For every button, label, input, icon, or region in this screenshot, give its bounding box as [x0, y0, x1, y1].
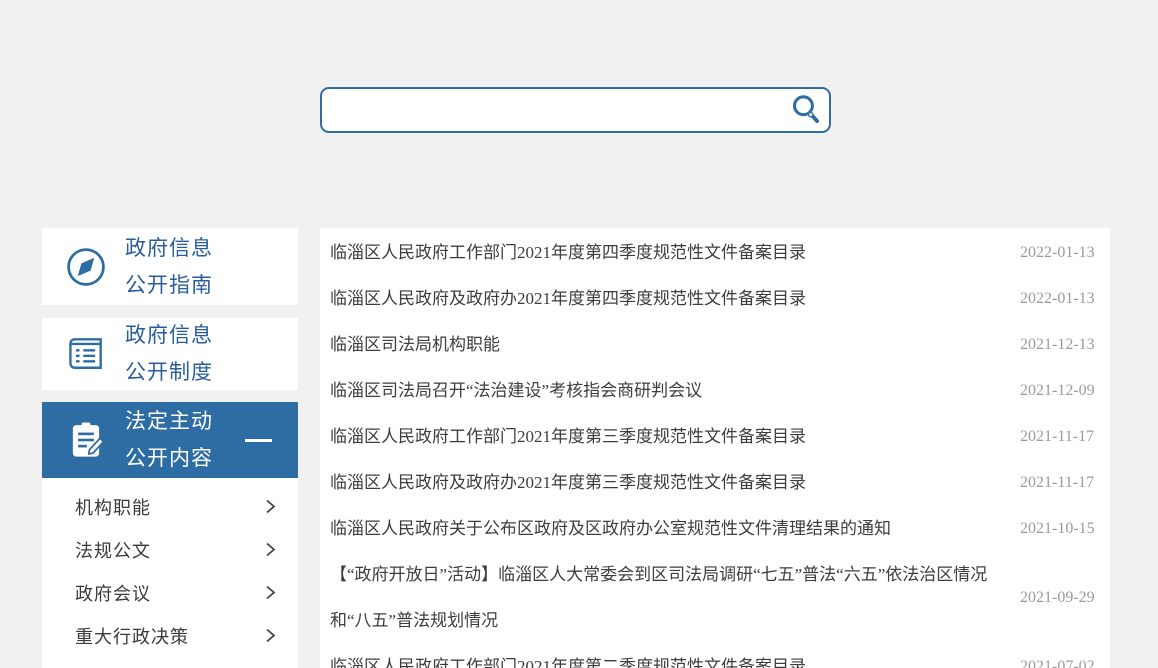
- article-title[interactable]: 临淄区司法局机构职能: [330, 322, 1020, 368]
- minus-icon: [245, 439, 272, 442]
- sidebar-menu-item[interactable]: 规范性文件: [42, 657, 298, 668]
- search-button[interactable]: [783, 89, 829, 131]
- sidebar-item-label: 政府信息 公开制度: [125, 317, 213, 391]
- article-date: 2021-12-13: [1020, 336, 1095, 354]
- chevron-right-icon: [265, 498, 276, 515]
- article-title[interactable]: 临淄区人民政府工作部门2021年度第二季度规范性文件备案目录: [330, 644, 1020, 668]
- sidebar-item-gov-info-system[interactable]: 政府信息 公开制度: [42, 318, 298, 390]
- article-title[interactable]: 临淄区人民政府及政府办2021年度第三季度规范性文件备案目录: [330, 460, 1020, 506]
- sidebar-submenu: 机构职能 法规公文 政府会议 重大行政决策 规范性文件: [42, 478, 298, 668]
- sidebar-item-label: 政府信息 公开指南: [125, 230, 213, 304]
- sidebar-item-label: 法定主动 公开内容: [125, 403, 213, 477]
- article-title[interactable]: 【“政府开放日”活动】临淄区人大常委会到区司法局调研“七五”普法“六五”依法治区…: [330, 552, 1020, 644]
- article-date: 2021-11-17: [1020, 428, 1094, 446]
- article-date: 2021-10-15: [1020, 520, 1095, 538]
- article-date: 2021-11-17: [1020, 474, 1094, 492]
- article-row[interactable]: 临淄区司法局召开“法治建设”考核指会商研判会议 2021-12-09: [330, 368, 1084, 414]
- chevron-right-icon: [265, 584, 276, 601]
- sidebar-menu-item[interactable]: 政府会议: [42, 571, 298, 614]
- article-date: 2021-12-09: [1020, 382, 1095, 400]
- page: 政府信息 公开指南 政府信息 公开制度: [0, 0, 1158, 668]
- article-title[interactable]: 临淄区人民政府关于公布区政府及区政府办公室规范性文件清理结果的通知: [330, 506, 1020, 552]
- clipboard-pencil-icon: [64, 418, 108, 462]
- article-date: 2021-07-02: [1020, 658, 1095, 668]
- article-date: 2022-01-13: [1020, 290, 1095, 308]
- article-title[interactable]: 临淄区人民政府工作部门2021年度第三季度规范性文件备案目录: [330, 414, 1020, 460]
- sidebar-item-statutory-disclosure[interactable]: 法定主动 公开内容: [42, 402, 298, 478]
- article-row[interactable]: 临淄区司法局机构职能 2021-12-13: [330, 322, 1084, 368]
- article-row[interactable]: 临淄区人民政府工作部门2021年度第三季度规范性文件备案目录 2021-11-1…: [330, 414, 1084, 460]
- article-row[interactable]: 临淄区人民政府工作部门2021年度第四季度规范性文件备案目录 2022-01-1…: [330, 230, 1084, 276]
- article-row[interactable]: 【“政府开放日”活动】临淄区人大常委会到区司法局调研“七五”普法“六五”依法治区…: [330, 552, 1084, 644]
- article-date: 2022-01-13: [1020, 244, 1095, 262]
- article-row[interactable]: 临淄区人民政府及政府办2021年度第三季度规范性文件备案目录 2021-11-1…: [330, 460, 1084, 506]
- search-icon: [789, 93, 823, 127]
- article-title[interactable]: 临淄区人民政府工作部门2021年度第四季度规范性文件备案目录: [330, 230, 1020, 276]
- article-row[interactable]: 临淄区人民政府及政府办2021年度第四季度规范性文件备案目录 2022-01-1…: [330, 276, 1084, 322]
- sidebar-menu-item[interactable]: 机构职能: [42, 485, 298, 528]
- chevron-right-icon: [265, 627, 276, 644]
- search-input[interactable]: [322, 89, 783, 131]
- article-list: 临淄区人民政府工作部门2021年度第四季度规范性文件备案目录 2022-01-1…: [320, 228, 1110, 668]
- article-row[interactable]: 临淄区人民政府关于公布区政府及区政府办公室规范性文件清理结果的通知 2021-1…: [330, 506, 1084, 552]
- sidebar-menu-item[interactable]: 法规公文: [42, 528, 298, 571]
- compass-icon: [64, 245, 108, 289]
- ledger-icon: [64, 332, 108, 376]
- article-row[interactable]: 临淄区人民政府工作部门2021年度第二季度规范性文件备案目录 2021-07-0…: [330, 644, 1084, 668]
- article-title[interactable]: 临淄区司法局召开“法治建设”考核指会商研判会议: [330, 368, 1020, 414]
- sidebar-item-gov-info-guide[interactable]: 政府信息 公开指南: [42, 228, 298, 305]
- sidebar-menu-item-label: 重大行政决策: [75, 623, 189, 649]
- sidebar-menu-item-label: 法规公文: [75, 537, 151, 563]
- sidebar-menu-item[interactable]: 重大行政决策: [42, 614, 298, 657]
- search-bar: [320, 87, 831, 133]
- article-date: 2021-09-29: [1020, 589, 1095, 607]
- sidebar-menu-item-label: 政府会议: [75, 580, 151, 606]
- article-title[interactable]: 临淄区人民政府及政府办2021年度第四季度规范性文件备案目录: [330, 276, 1020, 322]
- chevron-right-icon: [265, 541, 276, 558]
- sidebar-menu-item-label: 机构职能: [75, 494, 151, 520]
